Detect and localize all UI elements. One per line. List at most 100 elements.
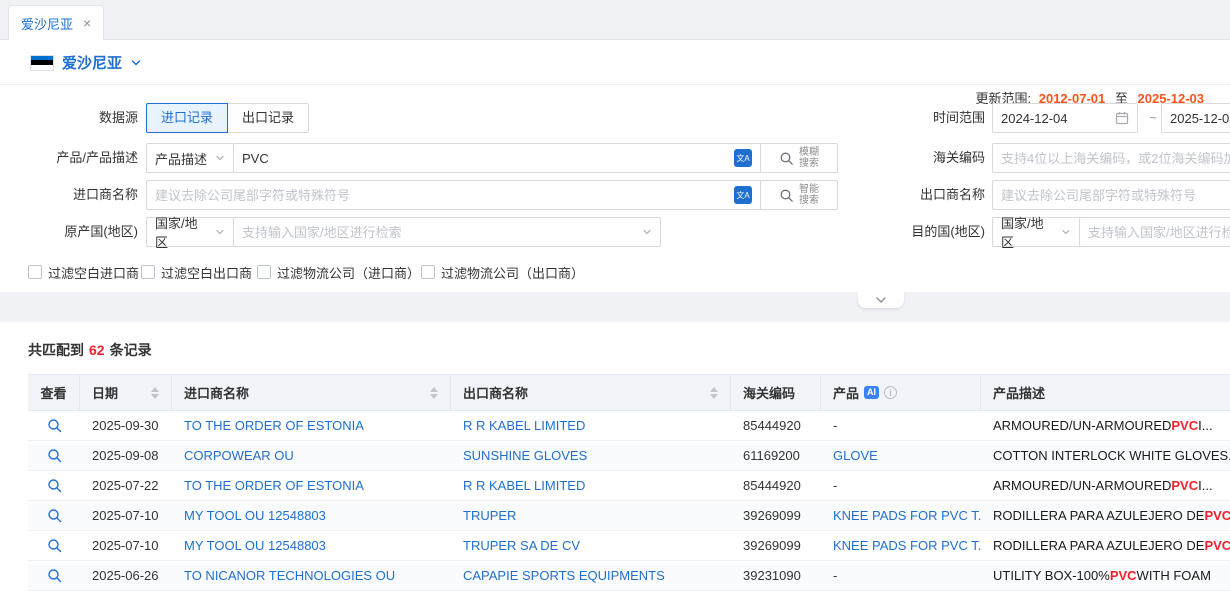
table-row: 2025-06-26 TO NICANOR TECHNOLOGIES OU CA…	[28, 561, 1230, 591]
hs-code-label: 海关编码	[885, 143, 985, 173]
view-magnifier-icon[interactable]	[47, 538, 62, 553]
exporter-input-box	[992, 180, 1230, 210]
importer-link[interactable]: MY TOOL OU 12548803	[172, 501, 451, 530]
import-records-button[interactable]: 进口记录	[146, 103, 228, 133]
date-from-picker[interactable]: 2024-12-04	[992, 103, 1138, 133]
destination-country-input[interactable]	[1088, 225, 1230, 240]
translate-icon[interactable]: 文A	[734, 149, 752, 167]
filter-logistics-exporter-checkbox[interactable]: 过滤物流公司（出口商）	[421, 263, 584, 281]
page: 爱沙尼亚 × 爱沙尼亚 更新范围: 2012-07-01 至 2025-12-0…	[0, 0, 1230, 594]
product-link: -	[821, 471, 981, 500]
date-to-picker[interactable]: 2025-12-03	[1161, 103, 1230, 133]
product-link[interactable]: KNEE PADS FOR PVC T...	[821, 501, 981, 530]
date-cell: 2025-06-26	[80, 561, 172, 590]
search-icon	[779, 188, 794, 203]
checkbox-icon[interactable]	[421, 265, 435, 279]
description-cell: RODILLERA PARA AZULEJERO DE PVC	[981, 531, 1230, 560]
sort-desc-icon[interactable]	[710, 394, 718, 399]
view-magnifier-icon[interactable]	[47, 448, 62, 463]
smart-search-button[interactable]: 智能 搜索	[760, 180, 838, 210]
importer-input[interactable]	[155, 188, 728, 203]
country-header[interactable]: 爱沙尼亚	[30, 52, 142, 73]
destination-type-select[interactable]: 国家/地区	[992, 217, 1080, 247]
filter-logistics-importer-checkbox[interactable]: 过滤物流公司（进口商）	[257, 263, 420, 281]
fuzzy-search-label: 模糊 搜索	[799, 147, 819, 169]
table-row: 2025-07-22 TO THE ORDER OF ESTONIA R R K…	[28, 471, 1230, 501]
sort-desc-icon[interactable]	[430, 394, 438, 399]
sort-asc-icon[interactable]	[430, 387, 438, 392]
sort-icons[interactable]	[710, 387, 718, 399]
date-from-value: 2024-12-04	[1001, 111, 1109, 126]
chevron-down-icon	[130, 57, 142, 69]
origin-country-input[interactable]	[242, 225, 636, 240]
table-header: 查看 日期 进口商名称 出口商名称 海关编码 产品 AI i 产品描述	[28, 374, 1230, 411]
info-icon[interactable]: i	[884, 386, 897, 399]
summary-prefix: 共匹配到	[28, 342, 84, 358]
sort-desc-icon[interactable]	[151, 394, 159, 399]
product-type-select[interactable]: 产品描述	[146, 143, 234, 173]
importer-link[interactable]: CORPOWEAR OU	[172, 441, 451, 470]
collapse-filters-button[interactable]	[858, 292, 904, 308]
hs-code-input[interactable]	[1001, 151, 1230, 166]
importer-link[interactable]: TO NICANOR TECHNOLOGIES OU	[172, 561, 451, 590]
exporter-link[interactable]: R R KABEL LIMITED	[451, 411, 731, 440]
exporter-input[interactable]	[1001, 188, 1230, 203]
view-magnifier-icon[interactable]	[47, 508, 62, 523]
product-link[interactable]: GLOVE	[821, 441, 981, 470]
export-records-button[interactable]: 出口记录	[227, 103, 309, 133]
col-importer[interactable]: 进口商名称	[172, 375, 451, 410]
exporter-link[interactable]: CAPAPIE SPORTS EQUIPMENTS	[451, 561, 731, 590]
tab-close-icon[interactable]: ×	[83, 16, 91, 30]
table-row: 2025-09-30 TO THE ORDER OF ESTONIA R R K…	[28, 411, 1230, 441]
origin-type-select[interactable]: 国家/地区	[146, 217, 234, 247]
checkbox-icon[interactable]	[257, 265, 271, 279]
product-link: -	[821, 561, 981, 590]
filter-blank-exporter-checkbox[interactable]: 过滤空白出口商	[141, 263, 252, 281]
exporter-link[interactable]: SUNSHINE GLOVES	[451, 441, 731, 470]
table-body: 2025-09-30 TO THE ORDER OF ESTONIA R R K…	[28, 411, 1230, 591]
col-date[interactable]: 日期	[80, 375, 172, 410]
product-input[interactable]	[242, 151, 728, 166]
translate-icon[interactable]: 文A	[734, 186, 752, 204]
view-magnifier-icon[interactable]	[47, 478, 62, 493]
results-count: 62	[89, 342, 105, 358]
description-cell: RODILLERA PARA AZULEJERO DE PVC	[981, 501, 1230, 530]
importer-link[interactable]: MY TOOL OU 12548803	[172, 531, 451, 560]
col-exporter[interactable]: 出口商名称	[451, 375, 731, 410]
fuzzy-search-button[interactable]: 模糊 搜索	[760, 143, 838, 173]
view-cell	[28, 501, 80, 530]
view-magnifier-icon[interactable]	[47, 418, 62, 433]
view-cell	[28, 411, 80, 440]
importer-link[interactable]: TO THE ORDER OF ESTONIA	[172, 411, 451, 440]
view-magnifier-icon[interactable]	[47, 568, 62, 583]
checkbox-icon[interactable]	[141, 265, 155, 279]
tab-estonia[interactable]: 爱沙尼亚 ×	[8, 5, 104, 40]
chevron-down-icon	[1061, 227, 1071, 237]
sort-icons[interactable]	[151, 387, 159, 399]
view-cell	[28, 561, 80, 590]
importer-link[interactable]: TO THE ORDER OF ESTONIA	[172, 471, 451, 500]
panel-gap	[0, 292, 1230, 322]
sort-icons[interactable]	[430, 387, 438, 399]
checkbox-icon[interactable]	[28, 265, 42, 279]
hs-code-cell: 39231090	[731, 561, 821, 590]
checkbox-label: 过滤物流公司（进口商）	[277, 263, 420, 282]
sort-asc-icon[interactable]	[710, 387, 718, 392]
filter-blank-importer-checkbox[interactable]: 过滤空白进口商	[28, 263, 139, 281]
exporter-link[interactable]: TRUPER	[451, 501, 731, 530]
destination-country-input-box	[1079, 217, 1230, 247]
origin-type-value: 国家/地区	[155, 213, 209, 251]
chevron-down-icon	[215, 227, 225, 237]
description-cell: COTTON INTERLOCK WHITE GLOVES...	[981, 441, 1230, 470]
exporter-link[interactable]: TRUPER SA DE CV	[451, 531, 731, 560]
description-cell: UTILITY BOX-100% PVC WITH FOAM	[981, 561, 1230, 590]
exporter-link[interactable]: R R KABEL LIMITED	[451, 471, 731, 500]
date-cell: 2025-09-30	[80, 411, 172, 440]
checkbox-label: 过滤物流公司（出口商）	[441, 263, 584, 282]
sort-asc-icon[interactable]	[151, 387, 159, 392]
results-summary: 共匹配到62条记录	[28, 340, 152, 360]
table-row: 2025-09-08 CORPOWEAR OU SUNSHINE GLOVES …	[28, 441, 1230, 471]
product-link[interactable]: KNEE PADS FOR PVC T...	[821, 531, 981, 560]
hs-code-cell: 85444920	[731, 411, 821, 440]
date-cell: 2025-07-22	[80, 471, 172, 500]
